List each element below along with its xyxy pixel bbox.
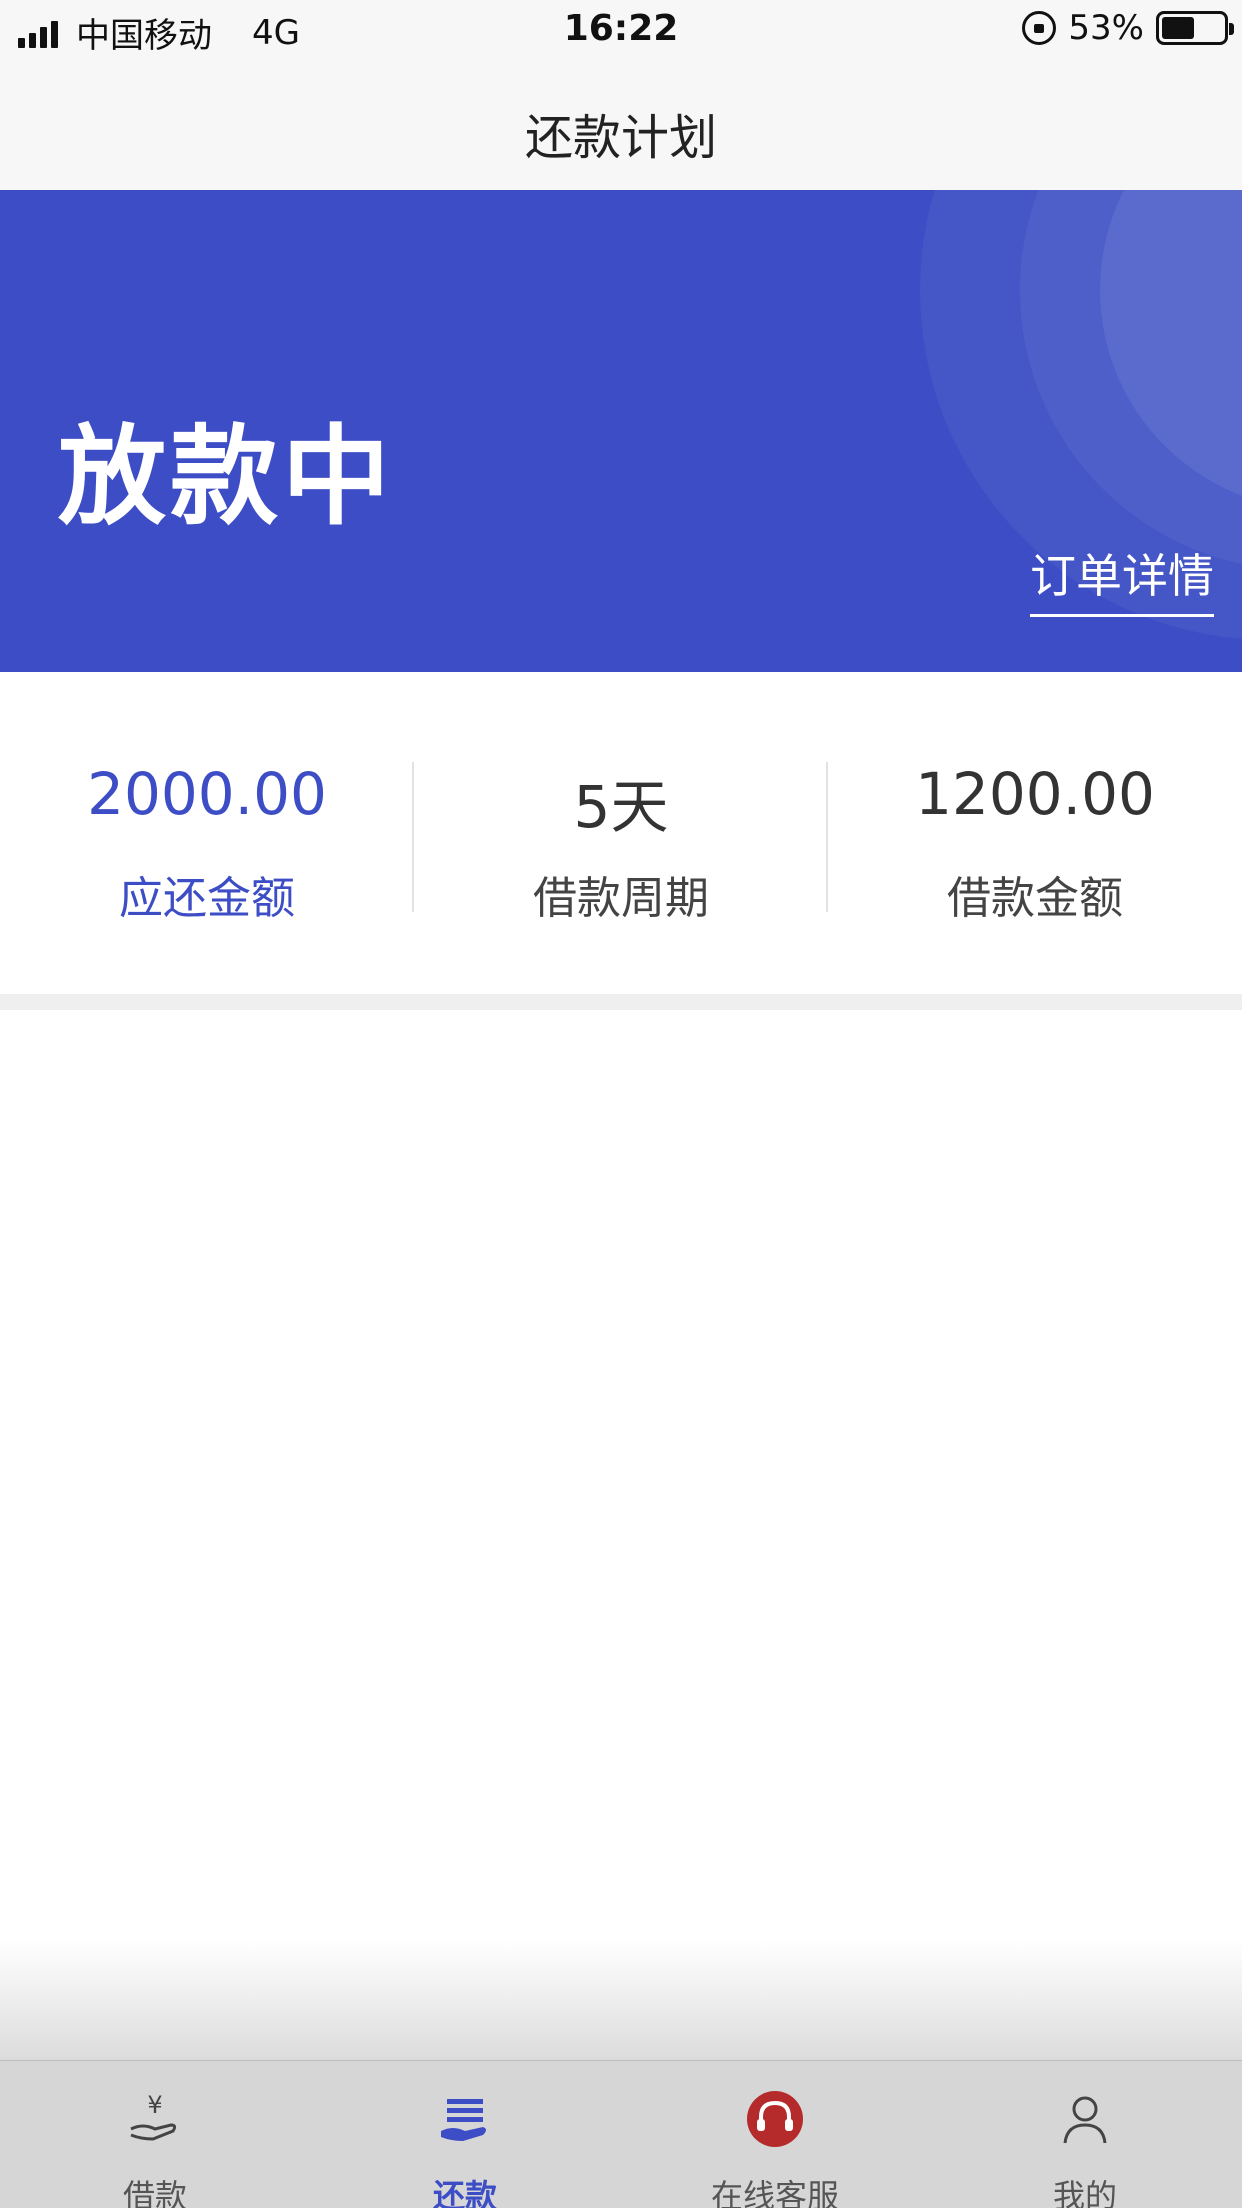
page-title: 还款计划 — [524, 110, 717, 166]
tab-repay[interactable]: 还款 — [365, 2061, 565, 2208]
stat-loan-amount: 1200.00 借款金额 — [828, 672, 1242, 994]
tab-label: 还款 — [432, 2177, 497, 2208]
status-banner: 放款中 订单详情 — [0, 190, 1242, 672]
navigation-bar: 还款计划 — [0, 62, 1242, 190]
tab-customer-service[interactable]: 在线客服 — [675, 2061, 875, 2208]
stack-hand-icon — [441, 2099, 486, 2141]
status-bar: 中国移动 4G 16:22 53% — [0, 0, 1242, 62]
stat-value: 1200.00 — [915, 760, 1155, 828]
tab-bar: ¥ 借款 还款 在线客服 我的 — [0, 2060, 1242, 2208]
stat-label: 应还金额 — [119, 873, 295, 924]
battery-percent: 53% — [1068, 8, 1144, 48]
stat-value: 5天 — [573, 773, 669, 841]
tabbar-shadow — [0, 1940, 1242, 2060]
order-details-link[interactable]: 订单详情 — [1030, 540, 1214, 617]
section-separator — [0, 994, 1242, 1010]
user-icon — [1063, 2096, 1107, 2144]
stat-label: 借款金额 — [947, 873, 1123, 924]
tab-mine[interactable]: 我的 — [985, 2061, 1185, 2208]
stat-amount-due: 2000.00 应还金额 — [0, 672, 414, 994]
tab-label: 在线客服 — [710, 2177, 839, 2208]
tab-label: 我的 — [1052, 2177, 1117, 2208]
stat-loan-period: 5天 借款周期 — [414, 672, 828, 994]
hand-yen-icon: ¥ — [130, 2091, 177, 2141]
headset-icon — [747, 2091, 803, 2147]
tab-borrow[interactable]: ¥ 借款 — [55, 2061, 255, 2208]
stat-value: 2000.00 — [87, 760, 327, 828]
stat-label: 借款周期 — [533, 873, 709, 924]
battery-icon — [1156, 11, 1234, 45]
status-right: 53% — [1022, 8, 1234, 48]
loan-status-text: 放款中 — [58, 415, 395, 540]
svg-text:¥: ¥ — [147, 2091, 162, 2119]
loan-summary: 2000.00 应还金额 5天 借款周期 1200.00 借款金额 — [0, 672, 1242, 994]
tab-label: 借款 — [122, 2177, 187, 2208]
rotation-lock-icon — [1022, 11, 1057, 45]
